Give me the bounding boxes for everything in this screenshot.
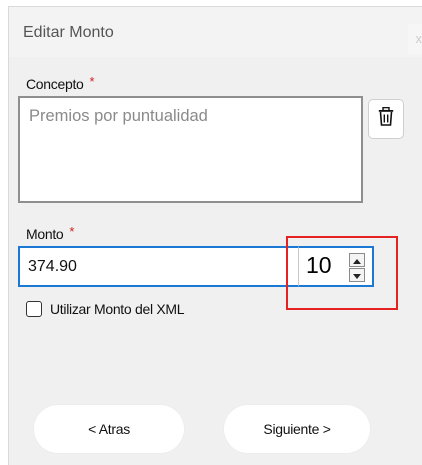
- decimals-stepper[interactable]: 10: [298, 246, 374, 287]
- concept-textarea[interactable]: Premios por puntualidad: [18, 96, 363, 203]
- next-button[interactable]: Siguiente >: [224, 405, 370, 453]
- window: Editar Monto x Concepto * Premios por pun…: [0, 0, 422, 465]
- use-xml-amount-checkbox[interactable]: [26, 301, 42, 317]
- stepper-up-button[interactable]: [349, 253, 365, 267]
- concept-label-text: Concepto: [26, 76, 84, 92]
- use-xml-amount-label[interactable]: Utilizar Monto del XML: [50, 301, 185, 317]
- delete-concept-button[interactable]: [368, 99, 404, 139]
- close-button[interactable]: x: [408, 24, 422, 54]
- concept-required-mark: *: [89, 74, 95, 89]
- decimals-stepper-value[interactable]: 10: [306, 252, 332, 279]
- stepper-down-button[interactable]: [349, 268, 365, 282]
- concept-label: Concepto *: [26, 74, 95, 92]
- dialog-title: Editar Monto: [23, 24, 114, 41]
- amount-input[interactable]: 374.90: [18, 246, 298, 287]
- chevron-down-icon: [353, 266, 361, 284]
- trash-icon: [378, 106, 394, 131]
- title-bar: Editar Monto x: [9, 7, 422, 57]
- amount-label: Monto *: [26, 224, 75, 242]
- amount-label-text: Monto: [26, 226, 64, 242]
- back-button[interactable]: < Atras: [34, 405, 184, 453]
- use-xml-amount-row[interactable]: Utilizar Monto del XML: [26, 301, 185, 317]
- amount-required-mark: *: [69, 224, 75, 239]
